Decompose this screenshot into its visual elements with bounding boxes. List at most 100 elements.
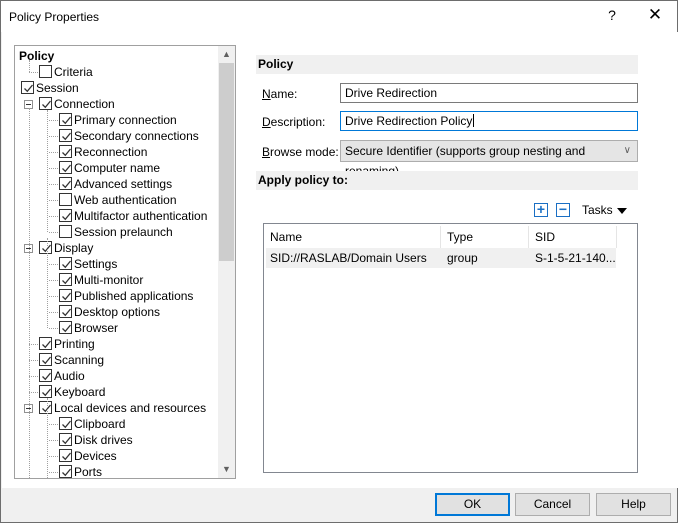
checkbox-checked-icon[interactable] — [59, 209, 72, 222]
tree-item-ports[interactable]: Ports — [15, 464, 218, 479]
checkbox-checked-icon[interactable] — [59, 177, 72, 190]
tree-item-label: Multifactor authentication — [74, 209, 208, 223]
tree-item-scanning[interactable]: Scanning — [15, 352, 218, 368]
checkbox-checked-icon[interactable] — [59, 465, 72, 478]
checkbox-checked-icon[interactable] — [59, 257, 72, 270]
tree-connector — [29, 344, 38, 345]
tree-item-multi-monitor[interactable]: Multi-monitor — [15, 272, 218, 288]
scroll-up-icon[interactable]: ▲ — [218, 46, 235, 63]
tree-connector — [49, 264, 58, 265]
checkbox-checked-icon[interactable] — [59, 321, 72, 334]
checkbox-unchecked-icon[interactable] — [39, 65, 52, 78]
policy-properties-dialog: Policy Properties ? ✕ Policy Criteria Sess… — [0, 0, 678, 523]
tree-item-disk-drives[interactable]: Disk drives — [15, 432, 218, 448]
caret-down-icon[interactable] — [617, 208, 627, 214]
checkbox-checked-icon[interactable] — [39, 401, 52, 414]
tree-connector — [47, 238, 48, 328]
checkbox-unchecked-icon[interactable] — [59, 225, 72, 238]
scroll-down-icon[interactable]: ▼ — [218, 461, 235, 478]
name-input[interactable]: Drive Redirection — [340, 83, 638, 103]
checkbox-checked-icon[interactable] — [59, 161, 72, 174]
tree-item-label: Settings — [74, 257, 118, 271]
help-button[interactable]: Help — [596, 493, 671, 516]
checkbox-checked-icon[interactable] — [39, 385, 52, 398]
checkbox-checked-icon[interactable] — [39, 241, 52, 254]
tree-item-label: Criteria — [54, 65, 93, 79]
checkbox-checked-icon[interactable] — [59, 289, 72, 302]
chevron-down-icon: ∨ — [623, 145, 631, 156]
tree-root-label: Policy — [19, 49, 55, 63]
tree-item-published-applications[interactable]: Published applications — [15, 288, 218, 304]
scroll-thumb[interactable] — [219, 63, 234, 261]
tree-item-secondary-connections[interactable]: Secondary connections — [15, 128, 218, 144]
tree-item-label: Secondary connections — [74, 129, 199, 143]
tree-item-label: Disk drives — [74, 433, 133, 447]
tasks-menu[interactable]: Tasks — [582, 203, 613, 217]
tree-connector — [49, 216, 58, 217]
help-icon[interactable]: ? — [605, 7, 619, 23]
tree-item-keyboard[interactable]: Keyboard — [15, 384, 218, 400]
tree-connector — [49, 424, 58, 425]
tree-item-desktop-options[interactable]: Desktop options — [15, 304, 218, 320]
tree-item-label: Local devices and resources — [54, 401, 207, 415]
checkbox-checked-icon[interactable] — [59, 417, 72, 430]
tree-item-label: Ports — [74, 465, 103, 479]
tree-connector — [49, 168, 58, 169]
tree-item-session-prelaunch[interactable]: Session prelaunch — [15, 224, 218, 240]
tree-connector — [49, 312, 58, 313]
checkbox-checked-icon[interactable] — [59, 129, 72, 142]
tree-item-computer-name[interactable]: Computer name — [15, 160, 218, 176]
checkbox-checked-icon[interactable] — [21, 81, 34, 94]
tree-connector — [29, 376, 38, 377]
checkbox-checked-icon[interactable] — [59, 113, 72, 126]
tree-item-local-devices-and-resources[interactable]: Local devices and resources — [15, 400, 218, 416]
tree-item-multifactor-authentication[interactable]: Multifactor authentication — [15, 208, 218, 224]
tree-item-settings[interactable]: Settings — [15, 256, 218, 272]
tree-connector — [49, 232, 58, 233]
tree-connector — [49, 296, 58, 297]
policy-tree[interactable]: Policy Criteria Session Connection Primary c… — [14, 45, 236, 479]
tree-item-session[interactable]: Session — [15, 80, 218, 96]
tree-item-connection[interactable]: Connection — [15, 96, 218, 112]
tree-scrollbar[interactable]: ▲ ▼ — [218, 46, 235, 478]
checkbox-unchecked-icon[interactable] — [59, 193, 72, 206]
tree-item-label: Clipboard — [74, 417, 126, 431]
checkbox-checked-icon[interactable] — [39, 97, 52, 110]
checkbox-checked-icon[interactable] — [39, 337, 52, 350]
column-header-type[interactable]: Type — [441, 226, 529, 248]
tree-item-primary-connection[interactable]: Primary connection — [15, 112, 218, 128]
cell-type: group — [447, 251, 478, 265]
cell-sid: S-1-5-21-140... — [535, 251, 616, 265]
tree-item-clipboard[interactable]: Clipboard — [15, 416, 218, 432]
checkbox-checked-icon[interactable] — [59, 145, 72, 158]
checkbox-checked-icon[interactable] — [59, 305, 72, 318]
tree-item-devices[interactable]: Devices — [15, 448, 218, 464]
tree-item-display[interactable]: Display — [15, 240, 218, 256]
checkbox-checked-icon[interactable] — [39, 369, 52, 382]
ok-button[interactable]: OK — [435, 493, 510, 516]
tree-item-printing[interactable]: Printing — [15, 336, 218, 352]
tree-item-label: Desktop options — [74, 305, 161, 319]
cancel-button[interactable]: Cancel — [515, 493, 590, 516]
tree-item-label: Audio — [54, 369, 85, 383]
tree-item-browser[interactable]: Browser — [15, 320, 218, 336]
close-icon[interactable]: ✕ — [646, 5, 664, 25]
tree-item-web-authentication[interactable]: Web authentication — [15, 192, 218, 208]
description-input[interactable]: Drive Redirection Policy — [340, 111, 638, 131]
browse-mode-select[interactable]: Secure Identifier (supports group nestin… — [340, 140, 638, 178]
cell-name: SID://RASLAB/Domain Users — [270, 251, 427, 265]
column-header-sid[interactable]: SID — [529, 226, 617, 248]
tree-item-advanced-settings[interactable]: Advanced settings — [15, 176, 218, 192]
checkbox-checked-icon[interactable] — [59, 433, 72, 446]
tree-item-audio[interactable]: Audio — [15, 368, 218, 384]
checkbox-checked-icon[interactable] — [39, 353, 52, 366]
tree-connector — [29, 392, 38, 393]
tree-connector — [49, 472, 58, 473]
tree-item-reconnection[interactable]: Reconnection — [15, 144, 218, 160]
add-icon[interactable]: + — [534, 202, 548, 217]
checkbox-checked-icon[interactable] — [59, 449, 72, 462]
tree-item-criteria[interactable]: Criteria — [15, 64, 218, 80]
checkbox-checked-icon[interactable] — [59, 273, 72, 286]
column-header-name[interactable]: Name — [264, 226, 441, 248]
remove-icon[interactable]: − — [556, 202, 570, 217]
